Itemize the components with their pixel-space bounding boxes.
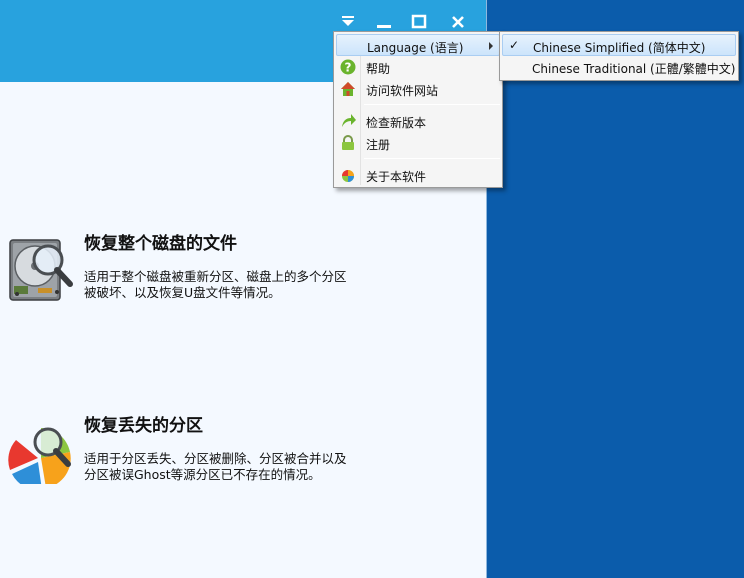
language-submenu: ✓ Chinese Simplified (简体中文) Chinese Trad… — [499, 31, 739, 81]
lock-icon — [340, 135, 356, 151]
menu-item-chinese-traditional[interactable]: Chinese Traditional (正體/繁體中文) — [502, 56, 736, 78]
desktop-background — [486, 0, 744, 578]
feature-description: 适用于整个磁盘被重新分区、磁盘上的多个分区被破坏、以及恢复U盘文件等情况。 — [84, 269, 347, 300]
menu-item-label: Chinese Simplified (简体中文) — [533, 41, 706, 55]
menu-item-label: Chinese Traditional (正體/繁體中文) — [532, 62, 736, 76]
menu-item-register[interactable]: 注册 — [336, 132, 500, 154]
feature-title: 恢复丢失的分区 — [84, 416, 203, 436]
feature-title: 恢复整个磁盘的文件 — [84, 234, 237, 254]
settings-context-menu: Language (语言) ? 帮助 访问软件网站 检查新版本 注册 关于本软件 — [333, 31, 503, 188]
menu-item-about[interactable]: 关于本软件 — [336, 164, 500, 186]
menu-item-visit-website[interactable]: 访问软件网站 — [336, 78, 500, 100]
pie-partition-magnifier-icon — [8, 418, 74, 491]
menu-item-label: Language (语言) — [367, 41, 464, 55]
update-arrow-icon — [340, 113, 356, 129]
menu-item-help[interactable]: ? 帮助 — [336, 56, 500, 78]
menu-item-label: 检查新版本 — [366, 116, 427, 130]
menu-item-label: 帮助 — [366, 62, 391, 76]
hard-disk-magnifier-icon — [8, 236, 74, 302]
menu-item-check-updates[interactable]: 检查新版本 — [336, 110, 500, 132]
menu-item-label: 访问软件网站 — [366, 84, 439, 98]
feature-description: 适用于分区丢失、分区被删除、分区被合并以及分区被误Ghost等源分区已不存在的情… — [84, 451, 347, 482]
home-icon — [340, 81, 356, 97]
menu-item-chinese-simplified[interactable]: ✓ Chinese Simplified (简体中文) — [502, 34, 736, 56]
svg-text:?: ? — [345, 61, 352, 75]
about-icon — [340, 167, 356, 183]
checkmark-icon: ✓ — [509, 38, 520, 52]
menu-separator — [364, 158, 500, 159]
menu-item-language[interactable]: Language (语言) — [336, 34, 500, 56]
menu-separator — [364, 104, 500, 105]
help-icon: ? — [340, 59, 356, 75]
menu-item-label: 注册 — [366, 138, 391, 152]
menu-item-label: 关于本软件 — [366, 170, 427, 184]
submenu-arrow-icon — [489, 42, 493, 50]
